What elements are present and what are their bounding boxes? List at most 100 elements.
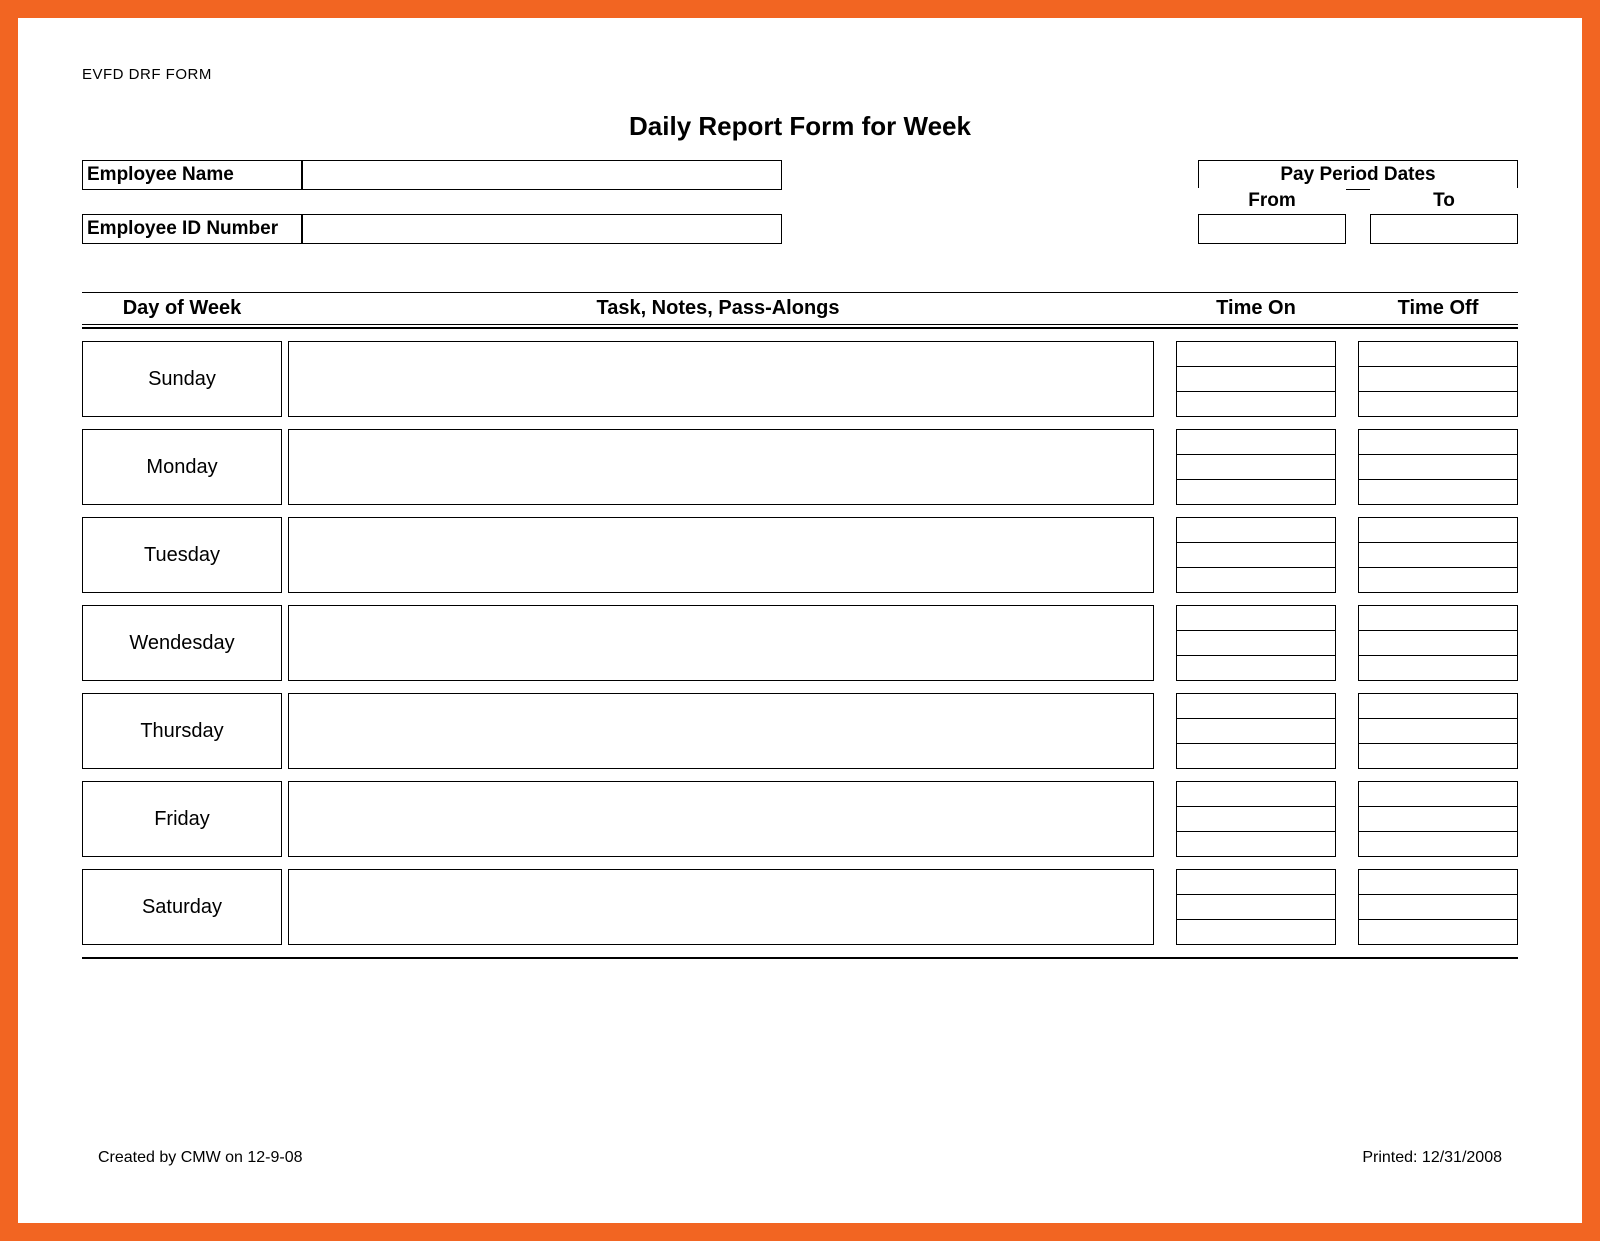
time-on-field[interactable] bbox=[1176, 605, 1336, 681]
col-time-on: Time On bbox=[1176, 297, 1336, 320]
to-label: To bbox=[1370, 188, 1518, 214]
time-on-slot[interactable] bbox=[1177, 694, 1335, 719]
day-name: Sunday bbox=[82, 341, 282, 417]
time-off-slot[interactable] bbox=[1359, 480, 1517, 504]
day-row: Monday bbox=[82, 429, 1518, 505]
employee-name-field[interactable] bbox=[302, 160, 782, 190]
time-off-field[interactable] bbox=[1358, 341, 1518, 417]
time-off-slot[interactable] bbox=[1359, 744, 1517, 768]
task-field[interactable] bbox=[288, 341, 1154, 417]
time-off-slot[interactable] bbox=[1359, 455, 1517, 480]
time-off-field[interactable] bbox=[1358, 605, 1518, 681]
time-on-slot[interactable] bbox=[1177, 744, 1335, 768]
col-day: Day of Week bbox=[82, 297, 282, 320]
task-field[interactable] bbox=[288, 429, 1154, 505]
from-field[interactable] bbox=[1198, 214, 1346, 244]
time-on-slot[interactable] bbox=[1177, 920, 1335, 944]
employee-id-field[interactable] bbox=[302, 214, 782, 244]
form-code: EVFD DRF FORM bbox=[82, 66, 1518, 83]
time-off-slot[interactable] bbox=[1359, 920, 1517, 944]
footer: Created by CMW on 12-9-08 Printed: 12/31… bbox=[98, 1149, 1502, 1167]
time-on-slot[interactable] bbox=[1177, 543, 1335, 568]
employee-id-label: Employee ID Number bbox=[82, 214, 302, 244]
days-table: Sunday Monday Tuesday Wendesday Thursday Frid… bbox=[82, 341, 1518, 945]
time-off-field[interactable] bbox=[1358, 693, 1518, 769]
time-off-field[interactable] bbox=[1358, 429, 1518, 505]
time-on-slot[interactable] bbox=[1177, 719, 1335, 744]
time-off-slot[interactable] bbox=[1359, 430, 1517, 455]
time-on-slot[interactable] bbox=[1177, 568, 1335, 592]
time-off-slot[interactable] bbox=[1359, 631, 1517, 656]
time-on-field[interactable] bbox=[1176, 341, 1336, 417]
task-field[interactable] bbox=[288, 781, 1154, 857]
column-header-row: Day of Week Task, Notes, Pass-Alongs Tim… bbox=[82, 292, 1518, 325]
day-row: Friday bbox=[82, 781, 1518, 857]
time-on-slot[interactable] bbox=[1177, 392, 1335, 416]
time-off-slot[interactable] bbox=[1359, 568, 1517, 592]
col-time-off: Time Off bbox=[1358, 297, 1518, 320]
form-title: Daily Report Form for Week bbox=[82, 111, 1518, 142]
to-field[interactable] bbox=[1370, 214, 1518, 244]
employee-name-label: Employee Name bbox=[82, 160, 302, 190]
day-name: Saturday bbox=[82, 869, 282, 945]
task-field[interactable] bbox=[288, 869, 1154, 945]
task-field[interactable] bbox=[288, 693, 1154, 769]
time-off-slot[interactable] bbox=[1359, 895, 1517, 920]
time-on-slot[interactable] bbox=[1177, 342, 1335, 367]
from-label: From bbox=[1198, 188, 1346, 214]
time-off-slot[interactable] bbox=[1359, 719, 1517, 744]
time-on-field[interactable] bbox=[1176, 869, 1336, 945]
time-off-field[interactable] bbox=[1358, 781, 1518, 857]
time-off-slot[interactable] bbox=[1359, 782, 1517, 807]
time-on-slot[interactable] bbox=[1177, 782, 1335, 807]
time-on-field[interactable] bbox=[1176, 429, 1336, 505]
time-off-slot[interactable] bbox=[1359, 870, 1517, 895]
task-field[interactable] bbox=[288, 605, 1154, 681]
table-bottom-rule bbox=[82, 957, 1518, 959]
column-divider bbox=[82, 327, 1518, 329]
page: EVFD DRF FORM Daily Report Form for Week… bbox=[0, 0, 1600, 1241]
time-off-slot[interactable] bbox=[1359, 656, 1517, 680]
time-on-slot[interactable] bbox=[1177, 870, 1335, 895]
task-field[interactable] bbox=[288, 517, 1154, 593]
time-off-slot[interactable] bbox=[1359, 807, 1517, 832]
time-off-slot[interactable] bbox=[1359, 694, 1517, 719]
time-off-slot[interactable] bbox=[1359, 543, 1517, 568]
pay-period-label: Pay Period Dates bbox=[1198, 160, 1518, 190]
time-off-slot[interactable] bbox=[1359, 342, 1517, 367]
day-row: Tuesday bbox=[82, 517, 1518, 593]
footer-printed: Printed: 12/31/2008 bbox=[1362, 1149, 1502, 1167]
header-block: Employee Name Pay Period Dates From To E… bbox=[82, 160, 1518, 244]
time-on-slot[interactable] bbox=[1177, 895, 1335, 920]
time-off-field[interactable] bbox=[1358, 517, 1518, 593]
day-name: Friday bbox=[82, 781, 282, 857]
day-name: Tuesday bbox=[82, 517, 282, 593]
time-off-slot[interactable] bbox=[1359, 367, 1517, 392]
time-on-field[interactable] bbox=[1176, 781, 1336, 857]
time-on-slot[interactable] bbox=[1177, 430, 1335, 455]
time-off-slot[interactable] bbox=[1359, 832, 1517, 856]
time-on-slot[interactable] bbox=[1177, 367, 1335, 392]
footer-created: Created by CMW on 12-9-08 bbox=[98, 1149, 303, 1167]
time-on-field[interactable] bbox=[1176, 517, 1336, 593]
time-on-slot[interactable] bbox=[1177, 455, 1335, 480]
time-on-field[interactable] bbox=[1176, 693, 1336, 769]
col-task: Task, Notes, Pass-Alongs bbox=[282, 297, 1154, 320]
time-off-field[interactable] bbox=[1358, 869, 1518, 945]
time-off-slot[interactable] bbox=[1359, 392, 1517, 416]
time-on-slot[interactable] bbox=[1177, 832, 1335, 856]
time-on-slot[interactable] bbox=[1177, 480, 1335, 504]
day-row: Sunday bbox=[82, 341, 1518, 417]
time-on-slot[interactable] bbox=[1177, 518, 1335, 543]
day-name: Wendesday bbox=[82, 605, 282, 681]
day-row: Thursday bbox=[82, 693, 1518, 769]
time-on-slot[interactable] bbox=[1177, 606, 1335, 631]
day-name: Thursday bbox=[82, 693, 282, 769]
time-on-slot[interactable] bbox=[1177, 807, 1335, 832]
time-on-slot[interactable] bbox=[1177, 656, 1335, 680]
time-off-slot[interactable] bbox=[1359, 606, 1517, 631]
day-row: Wendesday bbox=[82, 605, 1518, 681]
time-off-slot[interactable] bbox=[1359, 518, 1517, 543]
time-on-slot[interactable] bbox=[1177, 631, 1335, 656]
day-name: Monday bbox=[82, 429, 282, 505]
